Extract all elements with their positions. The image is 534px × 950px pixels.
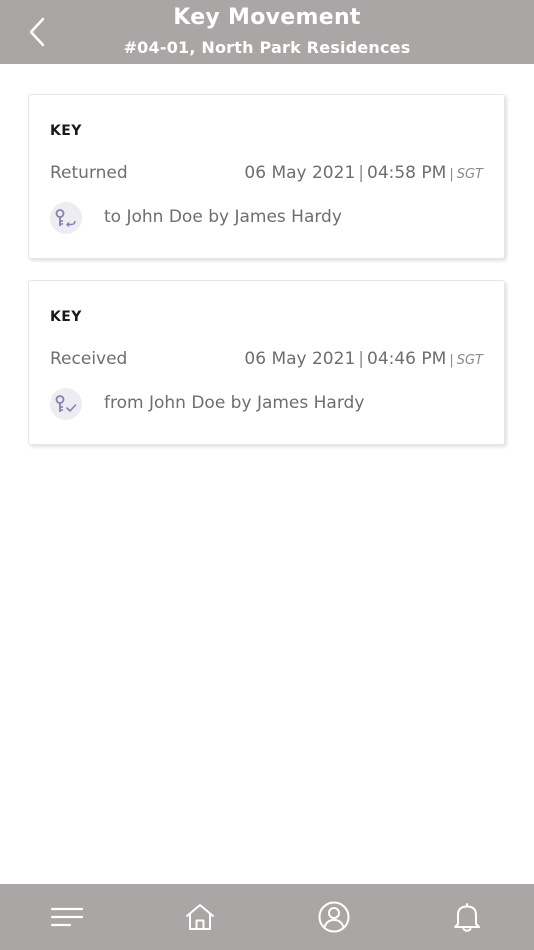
bell-icon — [454, 903, 481, 932]
movement-card[interactable]: KEY Received 06 May 2021 | 04:46 PM | SGT fr… — [28, 280, 505, 445]
page-subtitle: #04-01, North Park Residences — [123, 38, 411, 57]
movement-status: Returned — [50, 163, 128, 183]
movement-date: 06 May 2021 — [244, 349, 356, 369]
movement-detail: to John Doe by James Hardy — [104, 207, 342, 227]
movement-detail: from John Doe by James Hardy — [104, 393, 365, 413]
key-return-icon — [50, 202, 82, 234]
nav-home-button[interactable] — [176, 893, 224, 941]
home-icon — [186, 904, 215, 930]
card-label: KEY — [50, 309, 82, 325]
movement-timezone: SGT — [456, 167, 483, 182]
movement-timezone: SGT — [456, 353, 483, 368]
timezone-separator: | — [449, 353, 454, 368]
card-label: KEY — [50, 123, 82, 139]
movement-datetime: 06 May 2021 | 04:46 PM | SGT — [244, 349, 483, 369]
datetime-separator: | — [358, 163, 364, 183]
movement-status: Received — [50, 349, 128, 369]
page-title: Key Movement — [173, 5, 361, 30]
movement-date: 06 May 2021 — [244, 163, 356, 183]
nav-profile-button[interactable] — [310, 893, 358, 941]
nav-menu-button[interactable] — [43, 893, 91, 941]
menu-icon — [50, 907, 83, 927]
movement-datetime: 06 May 2021 | 04:58 PM | SGT — [244, 163, 483, 183]
timezone-separator: | — [449, 167, 454, 182]
movement-card[interactable]: KEY Returned 06 May 2021 | 04:58 PM | SGT to… — [28, 94, 505, 259]
movement-time: 04:46 PM — [367, 349, 447, 369]
datetime-separator: | — [358, 349, 364, 369]
bottom-nav — [0, 884, 534, 950]
nav-notifications-button[interactable] — [443, 893, 491, 941]
app-header: Key Movement #04-01, North Park Residenc… — [0, 0, 534, 64]
key-check-icon — [50, 388, 82, 420]
movement-time: 04:58 PM — [367, 163, 447, 183]
profile-icon — [318, 901, 350, 933]
